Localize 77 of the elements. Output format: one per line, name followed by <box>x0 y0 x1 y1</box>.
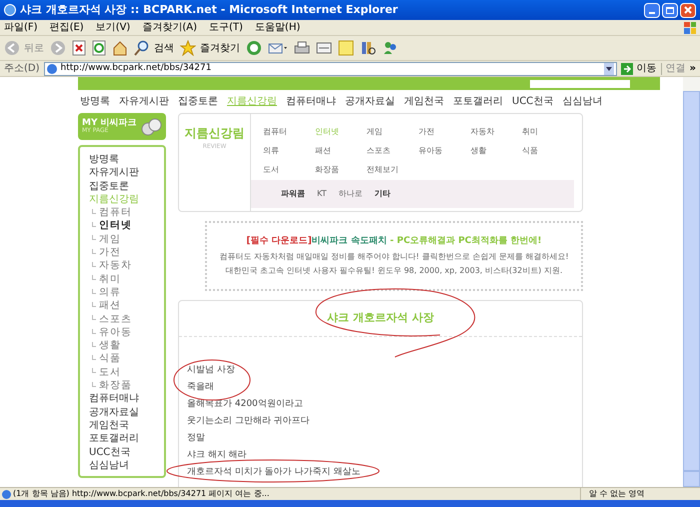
window-title: 샤크 개호르자석 사장 :: BCPARK.net - Microsoft Internet Explorer <box>20 2 399 18</box>
nav-link[interactable]: 포토갤러리 <box>453 94 503 108</box>
menu-item[interactable]: 도구(T) <box>209 20 243 35</box>
menu-item[interactable]: 파일(F) <box>4 20 38 35</box>
category-link[interactable]: 패션 <box>314 146 331 155</box>
post-line: 웃기는소리 그만해라 귀아프다 <box>187 416 310 426</box>
sidebar-subitem[interactable]: 게임 <box>99 232 121 246</box>
post-line: 시발넘 사장 <box>187 365 235 375</box>
nav-link[interactable]: 자유게시판 <box>119 94 169 108</box>
my-page-title: MY 비씨파크 <box>82 119 137 128</box>
sidebar-subitem[interactable]: 스포츠 <box>99 312 132 326</box>
sidebar-subitem[interactable]: 가전 <box>99 246 121 260</box>
ad-text: 컴퓨터도 자동차처럼 매일매일 정비를 해주어야 합니다! 클릭한번으로 손쉽게 문제를 해결하세요! <box>219 250 569 263</box>
category-link[interactable]: 의류 <box>263 146 279 155</box>
category-link[interactable]: 화장품 <box>314 165 339 174</box>
panel-title: 지름신강림 <box>184 125 244 142</box>
sidebar-subitem[interactable]: 유아동 <box>99 326 132 340</box>
isp-link[interactable]: KT <box>317 188 327 200</box>
ad-banner[interactable]: [필수 다운로드]비씨파크 속도패치 - PC오류해결과 PC최적화를 한번에! 컴퓨터도 자동차처럼 매일매일 정비를 해주어야 합니다! 클릭한번으로 손쉽게 문제를 해결하세요! 대한민국 초고속 인터넷 사용자 필수유틸! 윈도우 98, 2000, xp, 2003, 비스타(32비트) 지원. <box>205 221 583 291</box>
sidebar-subitem[interactable]: 취미 <box>99 272 121 286</box>
nav-link[interactable]: 컴퓨터매냐 <box>286 94 336 108</box>
sidebar-item[interactable]: 심심남녀 <box>89 458 155 472</box>
category-link[interactable]: 가전 <box>418 127 434 136</box>
sidebar-subitem[interactable]: 도서 <box>99 366 121 380</box>
nav-link[interactable]: 집중토론 <box>178 94 218 108</box>
post-title: 샤크 개호르자석 사장 <box>327 310 434 326</box>
ad-text: 대한민국 초고속 인터넷 사용자 필수유틸! 윈도우 98, 2000, xp, 2003, 비스타(32비트) 지원. <box>225 264 563 277</box>
sidebar-subitem[interactable]: 의류 <box>99 286 121 300</box>
menu-item[interactable]: 도움말(H) <box>254 20 300 35</box>
nav-link[interactable]: 공개자료실 <box>345 94 395 108</box>
sidebar-item[interactable]: UCC천국 <box>89 446 155 459</box>
nav-link[interactable]: 방명록 <box>80 94 110 108</box>
category-link[interactable]: 식품 <box>522 146 538 155</box>
chevron-button[interactable]: » <box>690 61 696 76</box>
search-button[interactable]: 검색 <box>134 40 174 56</box>
favorites-button[interactable]: 즐겨찾기 <box>180 40 240 56</box>
category-link[interactable]: 컴퓨터 <box>263 127 287 136</box>
sidebar-subitem[interactable]: 자동차 <box>99 259 132 273</box>
go-button[interactable]: 이동 <box>620 61 657 76</box>
sidebar-item[interactable]: 공개자료실 <box>89 406 155 419</box>
menu-item[interactable]: 즐겨찾기(A) <box>142 20 197 35</box>
menu-item[interactable]: 편집(E) <box>50 20 84 35</box>
category-link[interactable]: 게임 <box>366 127 383 136</box>
sidebar-subitem[interactable]: 화장품 <box>99 379 132 392</box>
category-link[interactable]: 자동차 <box>470 127 494 136</box>
sidebar-item[interactable]: 게임천국 <box>89 418 155 432</box>
nav-link[interactable]: 게임천국 <box>404 94 444 108</box>
post-line: 샤크 해지 해라 <box>187 450 247 460</box>
sidebar-item[interactable]: 포토갤러리 <box>89 432 155 446</box>
ad-headline: [필수 다운로드]비씨파크 속도패치 - PC오류해결과 PC최적화를 한번에! <box>246 235 542 248</box>
sidebar-item[interactable]: 컴퓨터매냐 <box>89 392 155 406</box>
sidebar-item[interactable]: 집중토론 <box>89 180 155 193</box>
isp-link[interactable]: 기타 <box>374 188 391 200</box>
category-link[interactable]: 전체보기 <box>366 165 399 174</box>
sidebar-subitem[interactable]: 식품 <box>99 352 121 366</box>
address-field[interactable]: http://www.bcpark.net/bbs/34271 <box>44 62 617 76</box>
category-link[interactable]: 취미 <box>522 127 538 136</box>
category-link[interactable]: 유아동 <box>418 146 442 155</box>
category-link[interactable]: 도서 <box>263 165 279 174</box>
category-link[interactable]: 생활 <box>470 146 486 155</box>
sidebar-subitem[interactable]: 생활 <box>99 339 121 352</box>
sidebar-subitem[interactable]: 패션 <box>99 299 121 313</box>
nav-link[interactable]: UCC천국 <box>512 94 554 108</box>
menu-item[interactable]: 보기(V) <box>96 20 130 35</box>
isp-link[interactable]: 파워콤 <box>281 188 305 200</box>
post-line: 개호르자석 미치가 돌아가 나가죽지 왜살노 <box>187 467 360 477</box>
status-message: (1개 항목 남음) http://www.bcpark.net/bbs/34271 페이지 여는 중... <box>13 488 270 500</box>
nav-link[interactable]: 심심남녀 <box>562 94 602 108</box>
sidebar-subitem[interactable]: 인터넷 <box>99 219 132 233</box>
sidebar-subitem[interactable]: 컴퓨터 <box>99 206 132 220</box>
sidebar-item[interactable]: 방명록 <box>89 153 155 166</box>
sidebar-item[interactable]: 자유게시판 <box>89 166 155 180</box>
isp-link[interactable]: 하나로 <box>338 188 363 200</box>
post-line: 죽을래 <box>187 382 214 392</box>
post-line: 정말 <box>187 433 205 443</box>
address-label: 주소(D) <box>4 62 40 76</box>
category-link[interactable]: 스포츠 <box>366 146 391 155</box>
